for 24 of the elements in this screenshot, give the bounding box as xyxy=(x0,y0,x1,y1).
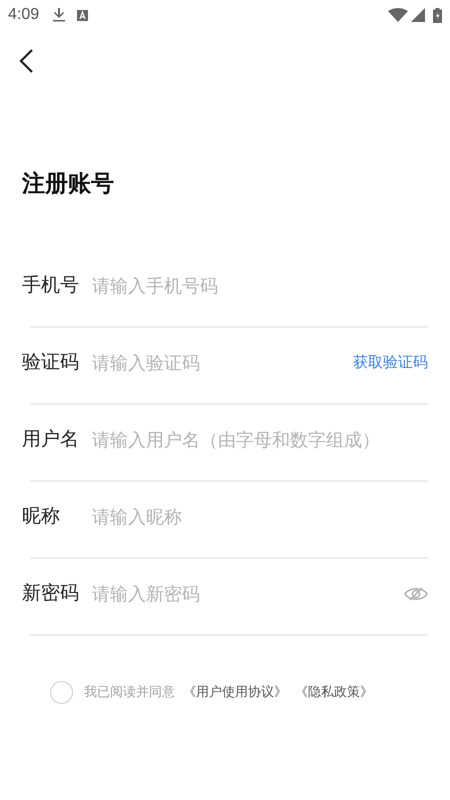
agreement-link[interactable]: 《隐私政策》 xyxy=(295,682,373,702)
notification-icon xyxy=(77,10,88,20)
agree-checkbox[interactable] xyxy=(50,680,73,704)
field-label: 昵称 xyxy=(22,504,61,529)
back-icon[interactable] xyxy=(18,48,34,74)
field-label: 新密码 xyxy=(22,582,80,606)
signal-icon xyxy=(411,8,425,22)
field-label: 手机号 xyxy=(22,274,80,298)
hidden-eye-icon[interactable] xyxy=(404,586,428,602)
agreement-link[interactable]: 《用户使用协议》 xyxy=(183,682,287,702)
field-label: 验证码 xyxy=(22,350,80,375)
agreement-text: 我已阅读并同意 xyxy=(84,683,175,702)
field-label: 用户名 xyxy=(22,428,80,452)
input-field[interactable]: 请输入昵称 xyxy=(92,504,428,531)
input-field[interactable]: 请输入新密码 xyxy=(92,580,404,608)
download-icon xyxy=(53,8,66,22)
battery-icon xyxy=(433,8,442,22)
get-code-link[interactable]: 获取验证码 xyxy=(353,352,428,374)
wifi-icon xyxy=(388,8,408,22)
page-title: 注册账号 xyxy=(22,169,114,198)
input-field[interactable]: 请输入用户名（由字母和数字组成） xyxy=(92,426,428,454)
status-time: 4:09 xyxy=(8,5,40,25)
input-field[interactable]: 请输入验证码 xyxy=(92,350,353,377)
input-field[interactable]: 请输入手机号码 xyxy=(92,272,428,300)
